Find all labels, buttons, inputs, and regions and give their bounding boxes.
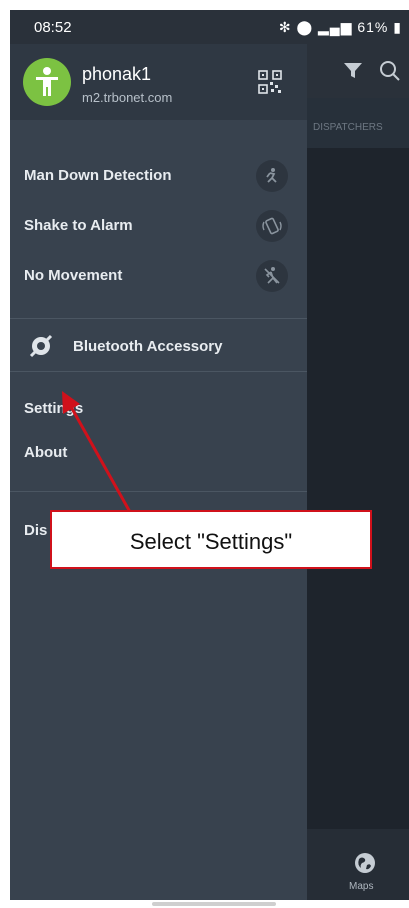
background-tabs: DISPATCHERS xyxy=(307,98,409,148)
location-status-icon: ⬤ xyxy=(296,19,314,35)
bluetooth-status-icon: ✻ xyxy=(278,19,292,35)
nav-maps-label[interactable]: Maps xyxy=(349,881,373,892)
battery-percent: 61% xyxy=(357,19,389,35)
man-down-icon[interactable] xyxy=(256,160,288,192)
alarm-row-no-movement[interactable]: No Movement xyxy=(10,252,307,302)
bottom-nav: Maps xyxy=(307,829,409,900)
alarm-label: No Movement xyxy=(24,267,123,284)
menu-item-settings[interactable]: Settings xyxy=(24,400,83,417)
menu-item-about[interactable]: About xyxy=(24,444,67,461)
status-time: 08:52 xyxy=(34,19,72,36)
filter-icon[interactable] xyxy=(343,62,363,80)
annotation-callout: Select "Settings" xyxy=(50,510,372,569)
navigation-drawer: phonak1 m2.trbonet.com Man Down Detectio… xyxy=(10,44,307,900)
annotation-text: Select "Settings" xyxy=(129,529,293,554)
divider xyxy=(10,491,307,492)
battery-icon: ▮ xyxy=(393,19,402,35)
bluetooth-accessory-item[interactable]: Bluetooth Accessory xyxy=(10,319,307,371)
status-bar: 08:52 ✻ ⬤ ▂▄▆ 61% ▮ xyxy=(10,10,409,44)
alarm-row-shake[interactable]: Shake to Alarm xyxy=(10,202,307,252)
divider xyxy=(10,371,307,372)
background-app: DISPATCHERS Maps xyxy=(307,44,409,900)
menu-item-disconnect[interactable]: Dis xyxy=(24,522,47,539)
qr-code-icon[interactable] xyxy=(258,70,282,94)
person-accessibility-icon xyxy=(36,67,58,96)
maps-globe-icon[interactable] xyxy=(353,851,377,875)
bluetooth-accessory-icon xyxy=(29,334,53,358)
no-movement-icon[interactable] xyxy=(256,260,288,292)
bluetooth-accessory-label: Bluetooth Accessory xyxy=(73,338,223,355)
avatar[interactable] xyxy=(23,58,71,106)
user-name: phonak1 xyxy=(82,64,152,84)
drawer-header: phonak1 m2.trbonet.com xyxy=(10,44,307,120)
shake-icon[interactable] xyxy=(256,210,288,242)
alarm-row-man-down[interactable]: Man Down Detection xyxy=(10,152,307,202)
search-icon[interactable] xyxy=(379,60,401,82)
phone-screen: 08:52 ✻ ⬤ ▂▄▆ 61% ▮ DISPATCHERS Maps pho… xyxy=(10,10,409,900)
user-server: m2.trbonet.com xyxy=(82,90,173,105)
signal-status-icon: ▂▄▆ xyxy=(318,19,353,35)
alarm-label: Man Down Detection xyxy=(24,167,172,184)
home-indicator xyxy=(152,902,276,906)
background-toolbar xyxy=(307,44,409,98)
alarm-label: Shake to Alarm xyxy=(24,217,133,234)
status-icons: ✻ ⬤ ▂▄▆ 61% ▮ xyxy=(279,19,402,36)
tab-dispatchers[interactable]: DISPATCHERS xyxy=(313,122,383,133)
